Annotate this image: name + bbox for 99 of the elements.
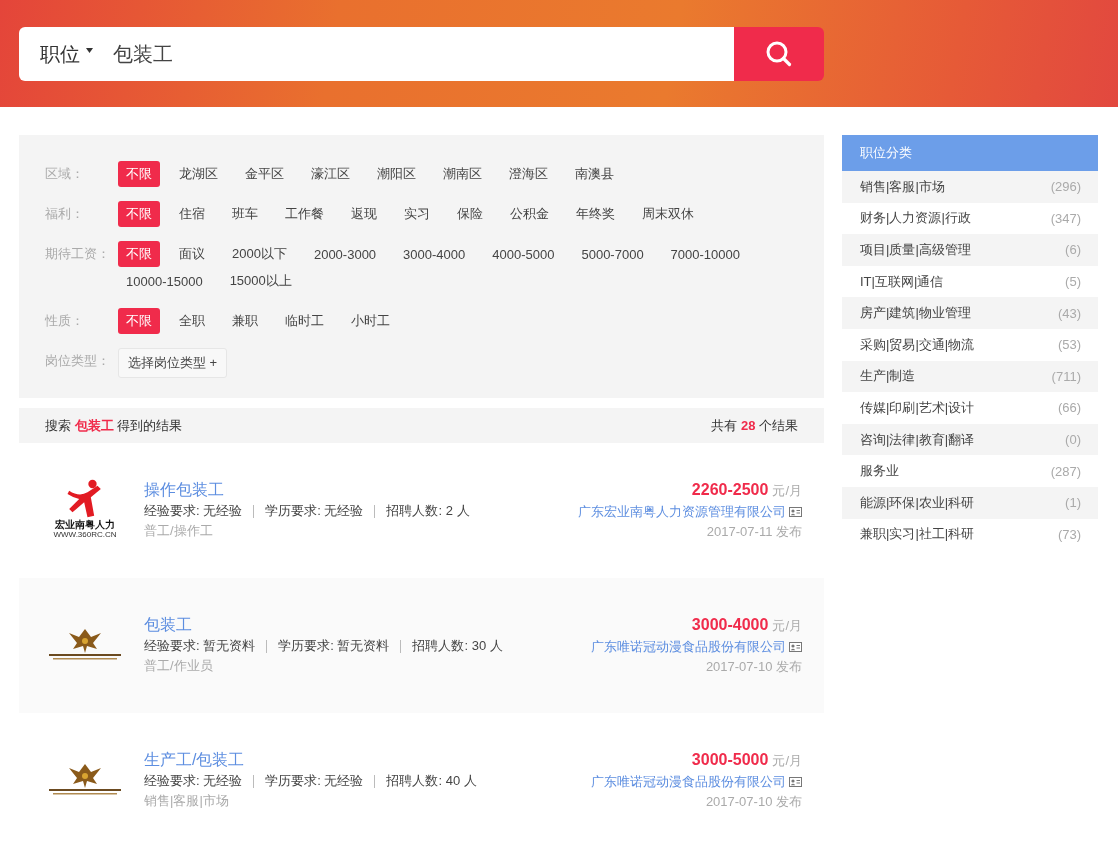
job-requirement: 学历要求: 暂无资料 (278, 637, 390, 655)
filter-option[interactable]: 保险 (449, 201, 491, 227)
result-count: 共有 28 个结果 (711, 416, 798, 435)
salary: 2260-2500 (691, 481, 769, 498)
category-count: (43) (1057, 305, 1081, 321)
filter-option[interactable]: 小时工 (343, 308, 398, 334)
filter-option[interactable]: 实习 (396, 201, 438, 227)
job-requirement: 招聘人数: 30 人 (412, 637, 503, 655)
salary: 3000-5000 (691, 751, 769, 768)
category-item[interactable]: 服务业 (287) (842, 455, 1098, 487)
id-card-icon (789, 507, 802, 517)
filter-option[interactable]: 年终奖 (568, 201, 623, 227)
post-date: 2017-07-11 发布 (706, 523, 802, 541)
category-item[interactable]: 房产|建筑|物业管理 (43) (842, 297, 1098, 329)
search-icon (765, 40, 793, 68)
emblem-icon (47, 627, 123, 661)
salary-unit: 元/月 (772, 483, 802, 498)
filter-label: 岗位类型： (45, 352, 111, 370)
filter-option[interactable]: 潮阳区 (369, 161, 424, 187)
job-requirement: 经验要求: 无经验 (144, 502, 243, 520)
category-dropdown[interactable]: 职位 (19, 27, 93, 81)
filter-option[interactable]: 龙湖区 (171, 161, 226, 187)
filter-label: 福利： (45, 205, 85, 223)
category-count: (66) (1057, 400, 1081, 416)
filter-option[interactable]: 潮南区 (435, 161, 490, 187)
filter-option[interactable]: 7000-10000 (662, 241, 748, 267)
job-category: 销售|客服|市场 (144, 792, 230, 810)
category-count: (1) (1065, 495, 1081, 511)
salary-unit: 元/月 (772, 618, 802, 633)
job-type-button[interactable]: 选择岗位类型 + (118, 348, 228, 378)
emblem-icon (47, 762, 123, 796)
filter-option[interactable]: 2000-3000 (305, 241, 385, 267)
caret-icon (86, 47, 93, 53)
job-requirement: 经验要求: 无经验 (144, 772, 243, 790)
job-category: 普工/操作工 (144, 522, 214, 540)
filter-option[interactable]: 不限 (118, 201, 160, 227)
category-item[interactable]: 传媒|印刷|艺术|设计 (66) (842, 392, 1098, 424)
post-date: 2017-07-10 发布 (705, 658, 802, 676)
filter-option[interactable]: 金平区 (237, 161, 292, 187)
filter-option[interactable]: 10000-15000 (118, 268, 211, 294)
job-requirement: 经验要求: 暂无资料 (144, 637, 256, 655)
logo-text: 宏业南粤人力 (55, 519, 115, 530)
search-summary: 搜索 包装工 得到的结果 (45, 416, 183, 435)
category-count: (0) (1065, 432, 1081, 448)
filter-option[interactable]: 全职 (171, 308, 213, 334)
id-card-icon (789, 642, 802, 652)
filter-option[interactable]: 2000以下 (224, 241, 295, 267)
category-item[interactable]: 项目|质量|高级管理 (6) (842, 234, 1098, 266)
category-item[interactable]: 采购|贸易|交通|物流 (53) (842, 328, 1098, 361)
category-item[interactable]: 销售|客服|市场 (296) (842, 171, 1098, 203)
job-requirement: 学历要求: 无经验 (265, 772, 364, 790)
id-card-icon (789, 777, 802, 787)
category-count: (347) (1050, 210, 1081, 226)
filter-label: 期待工资： (45, 245, 111, 263)
filter-label: 性质： (45, 312, 85, 330)
search-field[interactable]: 包装工 (93, 27, 734, 81)
category-count: (73) (1057, 526, 1081, 542)
filter-option[interactable]: 班车 (224, 201, 266, 227)
sidebar-title: 职位分类 (842, 135, 1098, 171)
filter-option[interactable]: 临时工 (277, 308, 332, 334)
filter-option[interactable]: 4000-5000 (484, 241, 563, 267)
filter-option[interactable]: 澄海区 (501, 161, 556, 187)
category-item[interactable]: 能源|环保|农业|科研 (1) (842, 486, 1098, 519)
filter-option[interactable]: 濠江区 (303, 161, 358, 187)
job-category: 普工/作业员 (144, 657, 214, 675)
filter-option[interactable]: 兼职 (224, 308, 266, 334)
category-item[interactable]: 兼职|实习|社工|科研 (73) (842, 518, 1098, 551)
filter-option[interactable]: 工作餐 (277, 201, 332, 227)
category-item[interactable]: 财务|人力资源|行政 (347) (842, 202, 1098, 235)
category-count: (711) (1051, 368, 1081, 384)
category-item[interactable]: 生产|制造 (711) (842, 360, 1098, 393)
filter-option[interactable]: 15000以上 (221, 268, 300, 294)
logo-url: WWW.360RC.CN (53, 530, 117, 539)
filter-option[interactable]: 不限 (118, 308, 160, 334)
salary: 3000-4000 (691, 616, 769, 633)
job-requirement: 招聘人数: 40 人 (386, 772, 477, 790)
category-item[interactable]: 咨询|法律|教育|翻译 (0) (842, 423, 1098, 456)
filter-option[interactable]: 不限 (118, 241, 160, 267)
filter-option[interactable]: 面议 (171, 241, 213, 267)
category-count: (53) (1057, 337, 1081, 353)
category-count: (287) (1050, 463, 1081, 479)
category-item[interactable]: IT|互联网|通信 (5) (842, 265, 1098, 298)
category-count: (296) (1050, 179, 1081, 195)
filter-label: 区域： (45, 165, 85, 183)
job-requirement: 招聘人数: 2 人 (386, 502, 470, 520)
category-count: (6) (1065, 242, 1081, 258)
filter-option[interactable]: 3000-4000 (395, 241, 474, 267)
filter-option[interactable]: 不限 (118, 161, 160, 187)
job-requirement: 学历要求: 无经验 (265, 502, 364, 520)
post-date: 2017-07-10 发布 (705, 793, 802, 811)
filter-option[interactable]: 返现 (343, 201, 385, 227)
filter-option[interactable]: 公积金 (502, 201, 557, 227)
filter-option[interactable]: 5000-7000 (573, 241, 652, 267)
filter-option[interactable]: 南澳县 (567, 161, 622, 187)
salary-unit: 元/月 (772, 753, 802, 768)
filter-option[interactable]: 周末双休 (634, 201, 702, 227)
search-button[interactable] (734, 27, 824, 81)
filter-option[interactable]: 住宿 (171, 201, 213, 227)
category-count: (5) (1065, 274, 1081, 290)
